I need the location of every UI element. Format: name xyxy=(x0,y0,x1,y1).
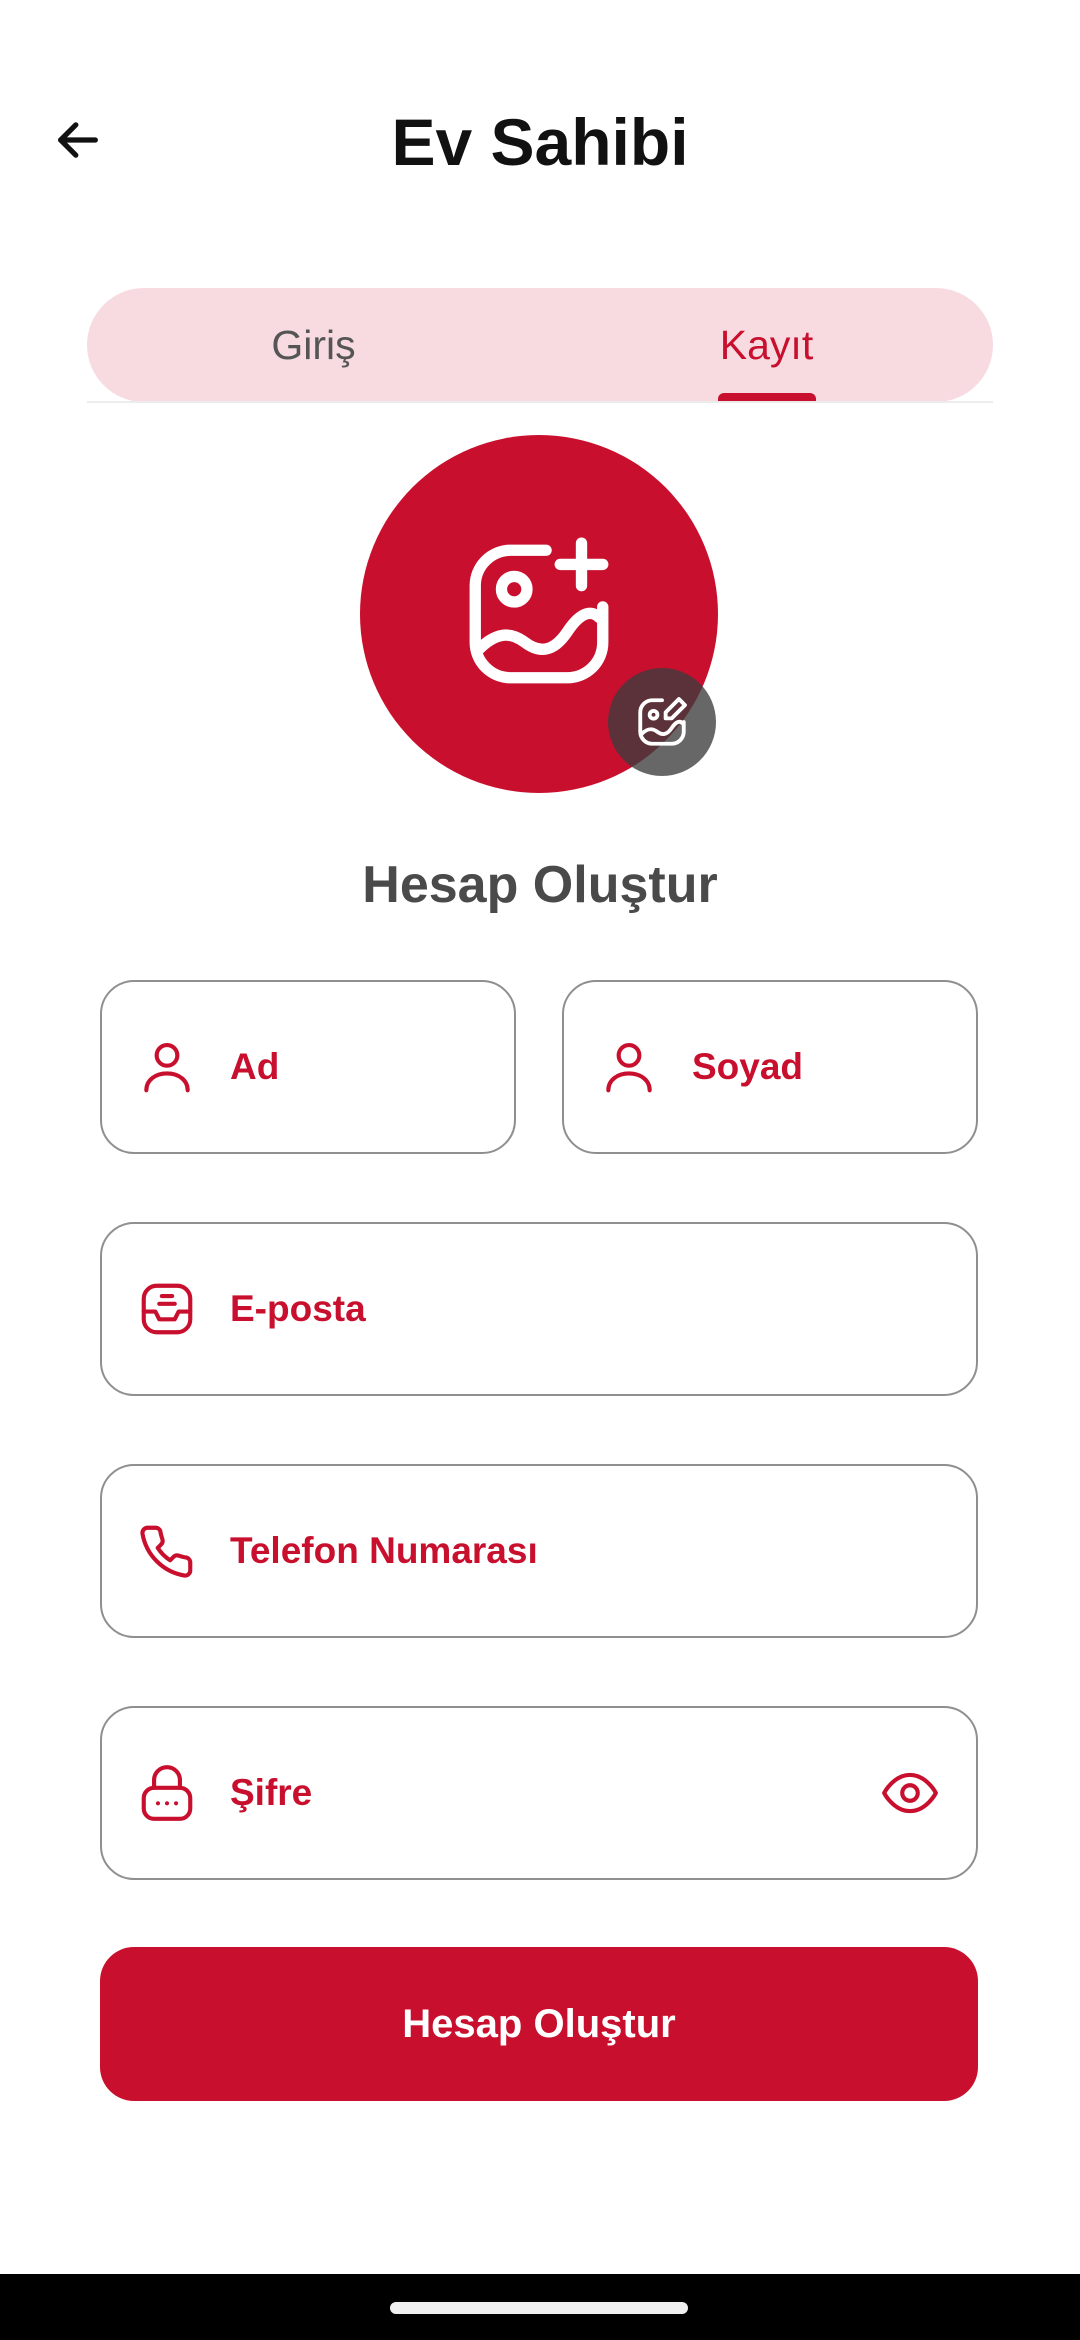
form-title: Hesap Oluştur xyxy=(362,856,718,914)
home-indicator[interactable] xyxy=(390,2302,688,2314)
image-add-icon xyxy=(469,537,609,684)
auth-tabs: Giriş Kayıt xyxy=(87,288,993,402)
password-field[interactable]: Şifre xyxy=(100,1706,978,1880)
register-screen: Ev Sahibi Giriş Kayıt Hesap Oluştur Ad S… xyxy=(0,0,1080,2340)
user-icon xyxy=(136,1036,198,1098)
phone-field[interactable]: Telefon Numarası xyxy=(100,1464,978,1638)
image-edit-icon xyxy=(638,697,687,746)
tab-kayit[interactable]: Kayıt xyxy=(540,288,993,402)
last-name-field[interactable]: Soyad xyxy=(562,980,978,1154)
eye-icon[interactable] xyxy=(878,1761,942,1825)
create-account-button[interactable]: Hesap Oluştur xyxy=(100,1947,978,2101)
avatar-edit-button[interactable] xyxy=(608,668,716,776)
first-name-placeholder: Ad xyxy=(230,1046,280,1087)
last-name-placeholder: Soyad xyxy=(692,1046,804,1087)
first-name-field[interactable]: Ad xyxy=(100,980,516,1154)
inbox-icon xyxy=(136,1278,198,1340)
email-field[interactable]: E-posta xyxy=(100,1222,978,1396)
phone-placeholder: Telefon Numarası xyxy=(230,1530,538,1571)
user-icon xyxy=(598,1036,660,1098)
email-placeholder: E-posta xyxy=(230,1288,366,1329)
page-title: Ev Sahibi xyxy=(391,105,689,179)
password-placeholder: Şifre xyxy=(230,1772,313,1813)
tab-giris[interactable]: Giriş xyxy=(87,288,540,402)
lock-icon xyxy=(136,1762,198,1824)
phone-icon xyxy=(136,1520,198,1582)
tab-divider xyxy=(87,401,993,403)
